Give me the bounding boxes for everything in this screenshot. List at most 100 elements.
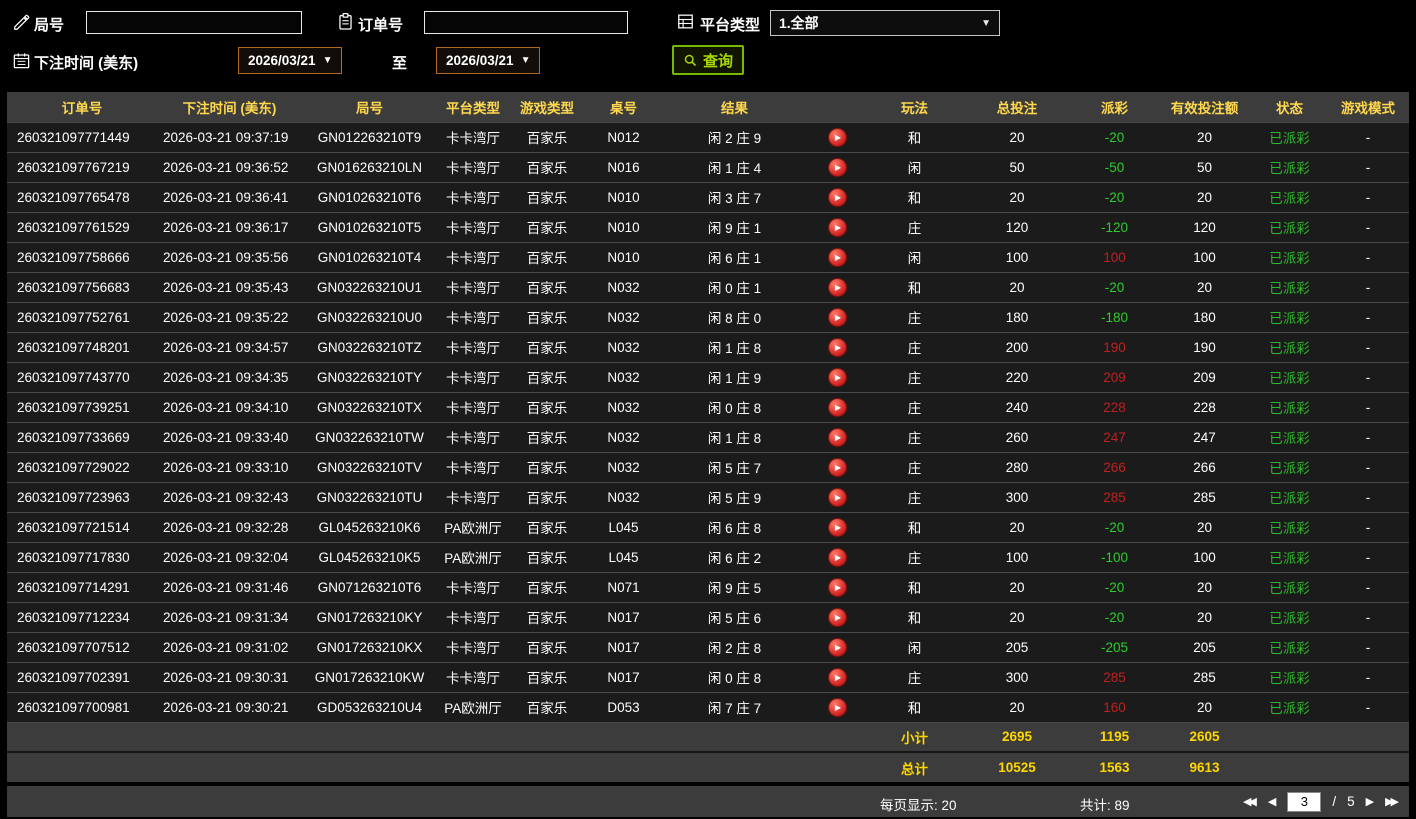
- cell-total-bet: 260: [962, 422, 1072, 453]
- cell-order-no: 260321097714291: [7, 572, 157, 603]
- cell-game-type: 百家乐: [509, 362, 585, 393]
- cell-table-no: L045: [585, 512, 662, 543]
- play-video-icon[interactable]: ▶: [828, 669, 846, 686]
- cell-platform: 卡卡湾厅: [437, 662, 509, 693]
- search-button-label: 查询: [703, 52, 734, 70]
- cell-order-no: 260321097767219: [7, 152, 157, 183]
- order-no-input[interactable]: [424, 11, 628, 34]
- cell-valid-bet: 228: [1157, 392, 1252, 423]
- date-from-select[interactable]: 2026/03/21 ▼: [238, 47, 343, 74]
- total-label: 总计: [867, 752, 962, 782]
- cell-bet-time: 2026-03-21 09:30:31: [157, 662, 302, 693]
- cell-bet-time: 2026-03-21 09:36:41: [157, 182, 302, 213]
- cell-play: ▶: [807, 422, 867, 453]
- cell-order-no: 260321097748201: [7, 332, 157, 363]
- cell-result: 闲 9 庄 5: [662, 572, 807, 603]
- total-spacer: [7, 752, 867, 782]
- next-page-button[interactable]: ▶: [1366, 795, 1374, 808]
- total-payout: 1563: [1072, 752, 1157, 782]
- first-page-button[interactable]: ◀◀: [1243, 795, 1257, 808]
- cell-result: 闲 2 庄 9: [662, 122, 807, 153]
- cell-status: 已派彩: [1252, 692, 1327, 723]
- cell-table-no: N017: [585, 662, 662, 693]
- cell-result: 闲 5 庄 7: [662, 452, 807, 483]
- cell-result: 闲 3 庄 7: [662, 182, 807, 213]
- date-to-select[interactable]: 2026/03/21 ▼: [436, 47, 541, 74]
- play-video-icon[interactable]: ▶: [828, 549, 846, 566]
- cell-platform: PA欧洲厅: [437, 692, 509, 723]
- cell-game-mode: -: [1327, 422, 1409, 453]
- cell-game-mode: -: [1327, 482, 1409, 513]
- platform-type-select[interactable]: 1.全部 ▼: [770, 10, 1000, 36]
- cell-payout: -205: [1072, 632, 1157, 663]
- cell-total-bet: 20: [962, 182, 1072, 213]
- round-no-input[interactable]: [86, 11, 302, 34]
- play-video-icon[interactable]: ▶: [828, 519, 846, 536]
- play-video-icon[interactable]: ▶: [828, 399, 846, 416]
- cell-payout: -180: [1072, 302, 1157, 333]
- header-total-bet: 总投注: [962, 92, 1072, 123]
- cell-payout: 190: [1072, 332, 1157, 363]
- play-video-icon[interactable]: ▶: [828, 369, 846, 386]
- play-video-icon[interactable]: ▶: [828, 639, 846, 656]
- cell-play-method: 闲: [867, 632, 962, 663]
- cell-game-mode: -: [1327, 272, 1409, 303]
- header-play-method: 玩法: [867, 92, 962, 123]
- cell-status: 已派彩: [1252, 392, 1327, 423]
- play-video-icon[interactable]: ▶: [828, 309, 846, 326]
- play-video-icon[interactable]: ▶: [828, 429, 846, 446]
- cell-order-no: 260321097771449: [7, 122, 157, 153]
- cell-order-no: 260321097743770: [7, 362, 157, 393]
- cell-status: 已派彩: [1252, 272, 1327, 303]
- cell-play: ▶: [807, 242, 867, 273]
- play-video-icon[interactable]: ▶: [828, 219, 846, 236]
- play-video-icon[interactable]: ▶: [828, 189, 846, 206]
- cell-valid-bet: 20: [1157, 512, 1252, 543]
- cell-result: 闲 1 庄 8: [662, 332, 807, 363]
- cell-game-mode: -: [1327, 122, 1409, 153]
- last-page-button[interactable]: ▶▶: [1385, 795, 1399, 808]
- cell-platform: 卡卡湾厅: [437, 332, 509, 363]
- cell-table-no: N012: [585, 122, 662, 153]
- cell-round-no: GN012263210T9: [302, 122, 437, 153]
- cell-result: 闲 0 庄 8: [662, 662, 807, 693]
- cell-game-type: 百家乐: [509, 692, 585, 723]
- cell-game-mode: -: [1327, 392, 1409, 423]
- cell-game-type: 百家乐: [509, 152, 585, 183]
- cell-play-method: 和: [867, 182, 962, 213]
- filter-bar: 局号 订单号 平台类型 1.全部 ▼ 下注时间 (美东) 2026/03/21 …: [0, 0, 1416, 92]
- cell-total-bet: 180: [962, 302, 1072, 333]
- cell-payout: 266: [1072, 452, 1157, 483]
- play-video-icon[interactable]: ▶: [828, 699, 846, 716]
- cell-valid-bet: 247: [1157, 422, 1252, 453]
- cell-round-no: GN032263210TW: [302, 422, 437, 453]
- cell-play: ▶: [807, 272, 867, 303]
- page-number-input[interactable]: [1287, 791, 1322, 812]
- play-video-icon[interactable]: ▶: [828, 339, 846, 356]
- play-video-icon[interactable]: ▶: [828, 579, 846, 596]
- cell-round-no: GN032263210U1: [302, 272, 437, 303]
- play-video-icon[interactable]: ▶: [828, 129, 846, 146]
- play-video-icon[interactable]: ▶: [828, 249, 846, 266]
- cell-table-no: N010: [585, 182, 662, 213]
- cell-round-no: GN016263210LN: [302, 152, 437, 183]
- cell-bet-time: 2026-03-21 09:34:35: [157, 362, 302, 393]
- play-video-icon[interactable]: ▶: [828, 609, 846, 626]
- play-video-icon[interactable]: ▶: [828, 459, 846, 476]
- cell-status: 已派彩: [1252, 542, 1327, 573]
- cell-platform: PA欧洲厅: [437, 512, 509, 543]
- cell-table-no: N017: [585, 602, 662, 633]
- date-to-value: 2026/03/21: [446, 53, 514, 68]
- bet-records-table: 订单号 下注时间 (美东) 局号 平台类型 游戏类型 桌号 结果 玩法 总投注 …: [7, 92, 1409, 782]
- cell-total-bet: 200: [962, 332, 1072, 363]
- play-video-icon[interactable]: ▶: [828, 159, 846, 176]
- cell-valid-bet: 20: [1157, 182, 1252, 213]
- play-video-icon[interactable]: ▶: [828, 489, 846, 506]
- cell-order-no: 260321097756683: [7, 272, 157, 303]
- play-video-icon[interactable]: ▶: [828, 279, 846, 296]
- search-button[interactable]: 查询: [672, 45, 745, 75]
- cell-play: ▶: [807, 482, 867, 513]
- prev-page-button[interactable]: ◀: [1268, 795, 1276, 808]
- cell-platform: 卡卡湾厅: [437, 392, 509, 423]
- cell-bet-time: 2026-03-21 09:35:56: [157, 242, 302, 273]
